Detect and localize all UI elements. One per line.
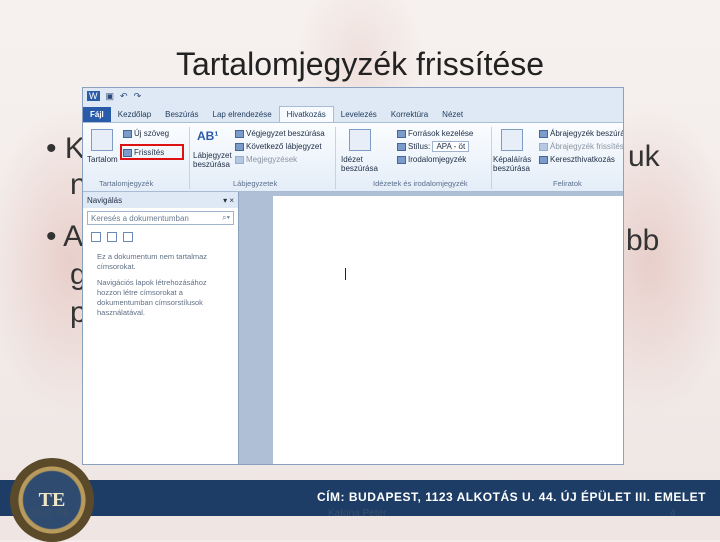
bullet-1-start: • K xyxy=(46,132,85,165)
endnote-label: Végjegyzet beszúrása xyxy=(246,129,325,138)
insert-tof-button[interactable]: Ábrajegyzék beszúrása xyxy=(539,129,623,138)
insert-endnote-button[interactable]: Végjegyzet beszúrása xyxy=(235,129,325,138)
group-separator xyxy=(335,127,336,189)
tab-home[interactable]: Kezdőlap xyxy=(111,107,158,122)
document-page[interactable] xyxy=(273,196,623,464)
group-captions-label: Feliratok xyxy=(553,179,582,188)
undo-icon[interactable]: ↶ xyxy=(120,91,128,102)
show-notes-label: Megjegyzések xyxy=(246,155,298,164)
tab-insert[interactable]: Beszúrás xyxy=(158,107,205,122)
quick-access-toolbar: W ▣ ↶ ↷ xyxy=(83,88,623,104)
pages-view-icon[interactable] xyxy=(107,232,117,242)
manage-sources-button[interactable]: Források kezelése xyxy=(397,129,473,138)
tab-mailings[interactable]: Levelezés xyxy=(334,107,384,122)
footer-page-number: 4 xyxy=(670,508,676,519)
group-toc-label: Tartalomjegyzék xyxy=(99,179,154,188)
nav-search-placeholder: Keresés a dokumentumban xyxy=(91,213,189,223)
nav-header: Navigálás ▾ × xyxy=(83,192,238,208)
nav-view-tabs xyxy=(83,228,238,246)
word-icon[interactable]: W xyxy=(87,91,100,101)
show-notes-button[interactable]: Megjegyzések xyxy=(235,155,297,164)
endnote-icon xyxy=(235,129,244,138)
toc-button[interactable]: Tartalom xyxy=(87,155,118,164)
slide-title: Tartalomjegyzék frissítése xyxy=(175,46,545,82)
cross-reference-button[interactable]: Kereszthivatkozás xyxy=(539,155,615,164)
bullet-1-tail: uk xyxy=(628,140,660,173)
footnote-icon: AB¹ xyxy=(197,129,219,143)
style-value: APA - öt xyxy=(432,141,470,152)
nav-search-input[interactable]: Keresés a dokumentumban ⌕▾ xyxy=(87,211,234,225)
headings-view-icon[interactable] xyxy=(91,232,101,242)
insert-footnote-button[interactable]: Lábjegyzet beszúrása xyxy=(193,151,233,169)
navigation-pane: Navigálás ▾ × Keresés a dokumentumban ⌕▾… xyxy=(83,192,239,464)
nav-message-2: Navigációs lapok létrehozásához hozzon l… xyxy=(97,278,207,317)
redo-icon[interactable]: ↷ xyxy=(134,91,142,102)
word-window: W ▣ ↶ ↷ Fájl Kezdőlap Beszúrás Lap elren… xyxy=(82,87,624,465)
next-footnote-icon xyxy=(235,142,244,151)
table-of-figures-icon xyxy=(539,129,548,138)
search-icon[interactable]: ⌕▾ xyxy=(222,213,230,223)
close-icon[interactable]: ▾ × xyxy=(223,196,234,205)
cross-reference-label: Kereszthivatkozás xyxy=(550,155,615,164)
tab-file[interactable]: Fájl xyxy=(83,107,111,122)
style-icon xyxy=(397,142,406,151)
update-tof-button[interactable]: Ábrajegyzék frissítése xyxy=(539,142,624,151)
save-icon[interactable]: ▣ xyxy=(106,91,115,102)
update-tof-label: Ábrajegyzék frissítése xyxy=(550,142,624,151)
manage-sources-label: Források kezelése xyxy=(408,129,474,138)
insert-caption-button[interactable]: Képaláírás beszúrása xyxy=(493,155,535,173)
bullet-2-start: • A xyxy=(46,220,84,253)
group-separator xyxy=(189,127,190,189)
style-dropdown[interactable]: Stílus: APA - öt xyxy=(397,141,470,152)
university-logo: TE xyxy=(10,458,94,542)
manage-sources-icon xyxy=(397,129,406,138)
ribbon: Tartalom Új szöveg Frissítés Tartalomjeg… xyxy=(83,123,623,192)
tab-review[interactable]: Korrektúra xyxy=(384,107,435,122)
insert-tof-label: Ábrajegyzék beszúrása xyxy=(550,129,623,138)
results-view-icon[interactable] xyxy=(123,232,133,242)
document-workspace: Navigálás ▾ × Keresés a dokumentumban ⌕▾… xyxy=(83,192,623,464)
bullet-2-tail: bb xyxy=(626,224,660,257)
nav-title: Navigálás xyxy=(87,195,123,205)
next-footnote-button[interactable]: Következő lábjegyzet xyxy=(235,142,322,151)
add-text-label: Új szöveg xyxy=(134,129,170,138)
add-text-icon xyxy=(123,129,132,138)
show-notes-icon xyxy=(235,155,244,164)
tab-view[interactable]: Nézet xyxy=(435,107,470,122)
next-footnote-label: Következő lábjegyzet xyxy=(246,142,322,151)
footer-date: 2021. 06. xyxy=(30,508,72,519)
tab-references[interactable]: Hivatkozás xyxy=(278,106,334,122)
group-separator xyxy=(491,127,492,189)
text-cursor xyxy=(345,268,346,280)
update-tof-icon xyxy=(539,142,548,151)
style-label: Stílus: xyxy=(408,142,431,151)
bibliography-button[interactable]: Irodalomjegyzék xyxy=(397,155,466,164)
group-footnotes-label: Lábjegyzetek xyxy=(233,179,278,188)
footer-author: Katona Péter xyxy=(328,508,387,519)
bibliography-icon xyxy=(397,155,406,164)
add-text-button[interactable]: Új szöveg xyxy=(123,129,169,138)
bibliography-label: Irodalomjegyzék xyxy=(408,155,467,164)
table-of-contents-icon xyxy=(91,129,113,151)
caption-icon xyxy=(501,129,523,151)
group-citations-label: Idézetek és irodalomjegyzék xyxy=(373,179,468,188)
insert-citation-button[interactable]: Idézet beszúrása xyxy=(341,155,385,173)
update-highlight xyxy=(120,144,184,160)
citation-icon xyxy=(349,129,371,151)
ribbon-tabs: Fájl Kezdőlap Beszúrás Lap elrendezése H… xyxy=(83,104,623,123)
cross-reference-icon xyxy=(539,155,548,164)
tab-page-layout[interactable]: Lap elrendezése xyxy=(206,107,279,122)
address-text: CÍM: BUDAPEST, 1123 ALKOTÁS U. 44. ÚJ ÉP… xyxy=(317,490,706,504)
nav-message-1: Ez a dokumentum nem tartalmaz címsorokat… xyxy=(97,252,208,271)
